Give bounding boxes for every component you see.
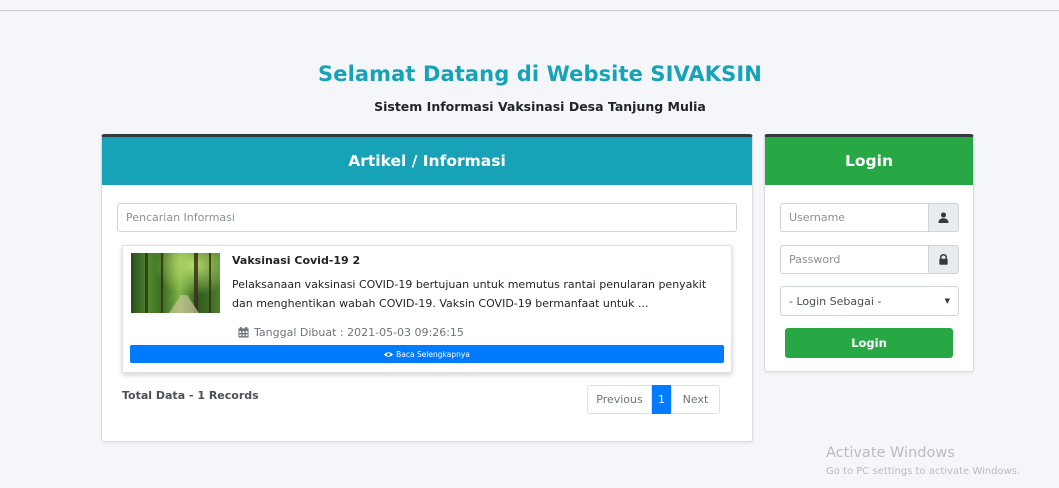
read-more-label: Baca Selengkapnya: [396, 349, 470, 359]
pagination: Previous 1 Next: [587, 385, 720, 414]
pagination-previous[interactable]: Previous: [587, 385, 652, 414]
articles-card: Artikel / Informasi Vaksinasi Covid-19 2…: [101, 134, 753, 442]
username-group: [780, 203, 959, 232]
pagination-next[interactable]: Next: [671, 385, 720, 414]
calendar-icon: [238, 327, 249, 338]
page-title: Selamat Datang di Website SIVAKSIN: [318, 62, 762, 86]
eye-icon: [384, 351, 394, 357]
search-input[interactable]: [117, 203, 737, 232]
password-input[interactable]: [780, 245, 928, 274]
activation-watermark-subtitle: Go to PC settings to activate Windows.: [826, 466, 1021, 477]
username-addon: [928, 203, 959, 232]
activation-watermark-title: Activate Windows: [826, 445, 955, 461]
user-icon: [938, 212, 949, 223]
login-card: Login - Login Sebagai - ▼ Login: [764, 134, 974, 372]
total-records: Total Data - 1 Records: [122, 389, 259, 402]
username-input[interactable]: [780, 203, 928, 232]
lock-icon: [939, 254, 948, 265]
articles-card-header: Artikel / Informasi: [102, 137, 752, 185]
login-button[interactable]: Login: [785, 328, 953, 358]
article-date-text: Tanggal Dibuat : 2021-05-03 09:26:15: [254, 326, 464, 339]
password-group: [780, 245, 959, 274]
page-subtitle: Sistem Informasi Vaksinasi Desa Tanjung …: [374, 99, 706, 114]
article-date: Tanggal Dibuat : 2021-05-03 09:26:15: [238, 326, 464, 339]
article-item: Vaksinasi Covid-19 2 Pelaksanaan vaksina…: [122, 245, 732, 373]
login-card-header: Login: [765, 137, 973, 185]
article-title[interactable]: Vaksinasi Covid-19 2: [232, 254, 360, 267]
pagination-page-1[interactable]: 1: [652, 385, 671, 414]
login-role-select[interactable]: - Login Sebagai - ▼: [780, 286, 959, 316]
login-role-value: - Login Sebagai -: [789, 294, 882, 308]
article-thumbnail[interactable]: [131, 253, 220, 313]
top-divider: [0, 10, 1059, 11]
article-excerpt: Pelaksanaan vaksinasi COVID-19 bertujuan…: [232, 278, 707, 310]
read-more-button[interactable]: Baca Selengkapnya: [130, 345, 724, 363]
password-addon: [928, 245, 959, 274]
caret-down-icon: ▼: [944, 297, 950, 305]
